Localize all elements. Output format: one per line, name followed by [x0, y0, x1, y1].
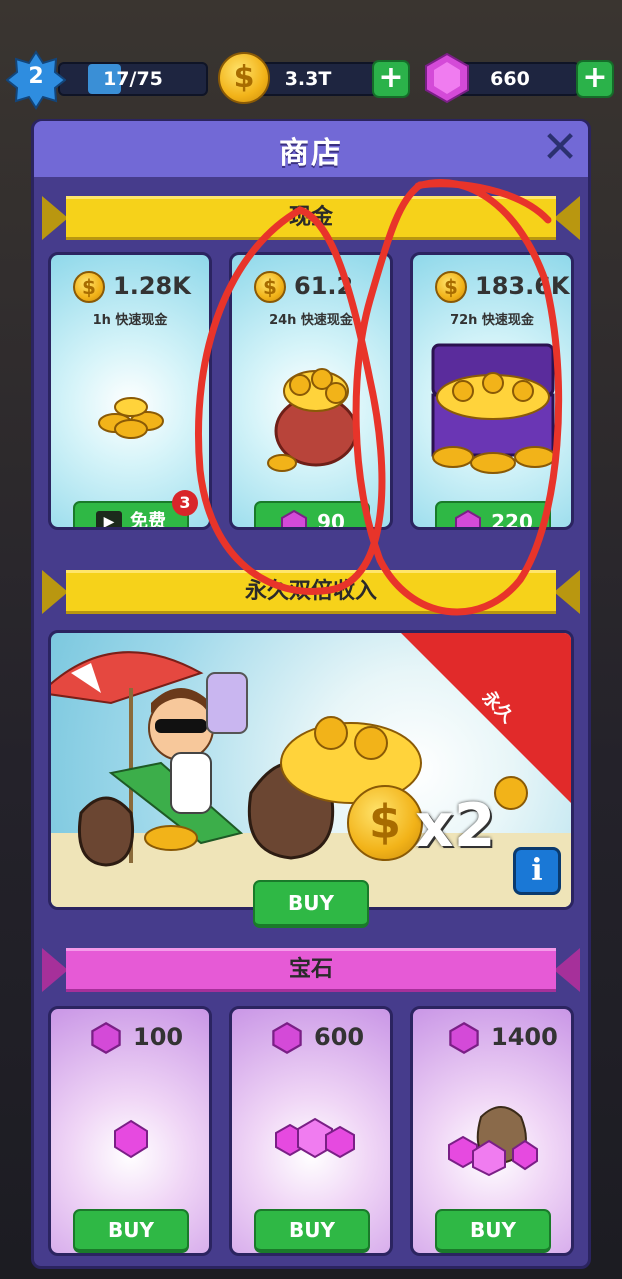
buy-gems-1400-button[interactable]: BUY	[435, 1209, 551, 1253]
beach-scene-illustration	[51, 633, 571, 907]
gem-icon	[91, 1021, 121, 1055]
gem-card-1[interactable]: 100 BUY	[48, 1006, 212, 1256]
coins-value: 3.3T	[284, 68, 332, 90]
buy-double-income-button[interactable]: BUY	[253, 880, 369, 928]
free-count-badge: 3	[172, 490, 198, 516]
section-title-cash: 现金	[66, 196, 556, 240]
gem-icon	[449, 1021, 479, 1055]
level-number: 2	[28, 64, 44, 89]
ribbon-left-tail	[42, 948, 68, 992]
gem-amount: 1400	[491, 1023, 558, 1051]
multiplier-text: x2	[415, 791, 496, 861]
gem-icon	[422, 52, 472, 104]
shop-title: 商店	[279, 136, 343, 171]
xp-bar: 17/75	[58, 62, 208, 96]
free-label: 免费	[130, 511, 166, 530]
gems-value: 660	[490, 68, 530, 90]
gem-icon	[272, 1021, 302, 1055]
gem-amount: 100	[133, 1023, 184, 1051]
buy-72h-cash-button[interactable]: 220	[435, 501, 551, 530]
add-gems-button[interactable]: +	[576, 60, 614, 98]
ribbon-right-tail	[554, 570, 580, 614]
cash-card-1[interactable]: $ 1.28K 1h 快速现金 ▶ 免费	[48, 252, 212, 530]
buy-24h-cash-button[interactable]: 90	[254, 501, 370, 530]
gem-sack-icon	[448, 1106, 538, 1177]
gem-amount: 600	[314, 1023, 365, 1051]
ribbon-right-tail	[554, 196, 580, 240]
coin-icon: $	[435, 271, 467, 303]
cash-amount: 1.28K	[113, 272, 191, 300]
buy-gems-100-button[interactable]: BUY	[73, 1209, 189, 1253]
gem-pile-medium-icon	[275, 1117, 355, 1159]
video-icon: ▶	[96, 511, 122, 527]
gem-card-2[interactable]: 600 BUY	[229, 1006, 393, 1256]
info-button[interactable]: i	[513, 847, 561, 895]
add-coins-button[interactable]: +	[372, 60, 410, 98]
treasure-chest-icon	[423, 339, 565, 483]
gem-pile-small-icon	[114, 1119, 148, 1159]
ribbon-left-tail	[42, 570, 68, 614]
coin-icon: $	[73, 271, 105, 303]
price: 90	[317, 510, 345, 530]
cash-card-2[interactable]: $ 61.2 24h 快速现金 90	[229, 252, 393, 530]
ribbon-left-tail	[42, 196, 68, 240]
cash-amount: 183.6K	[475, 272, 570, 300]
ribbon-right-tail	[554, 948, 580, 992]
cash-duration: 72h 快速现金	[450, 313, 534, 328]
cash-card-3[interactable]: $ 183.6K 72h 快速现金 220	[410, 252, 574, 530]
xp-text: 17/75	[103, 68, 163, 90]
section-title-double: 永久双倍收入	[66, 570, 556, 614]
cash-amount: 61.2	[294, 272, 354, 300]
coin-pile-small-icon	[95, 385, 171, 445]
coin-icon: $	[254, 271, 286, 303]
buy-gems-600-button[interactable]: BUY	[254, 1209, 370, 1253]
cash-duration: 24h 快速现金	[269, 313, 353, 328]
close-button[interactable]: ✕	[538, 124, 582, 172]
gem-card-3[interactable]: 1400 BUY	[410, 1006, 574, 1256]
double-income-banner[interactable]: 永久 $ x2 i	[48, 630, 574, 910]
gem-icon	[281, 509, 308, 527]
big-coin-icon: $	[347, 785, 423, 861]
price: 220	[491, 510, 533, 530]
section-title-gems: 宝石	[66, 948, 556, 992]
gem-icon	[455, 509, 482, 527]
coin-icon: $	[218, 52, 270, 104]
money-sack-icon	[260, 355, 364, 479]
cash-duration: 1h 快速现金	[92, 313, 168, 328]
